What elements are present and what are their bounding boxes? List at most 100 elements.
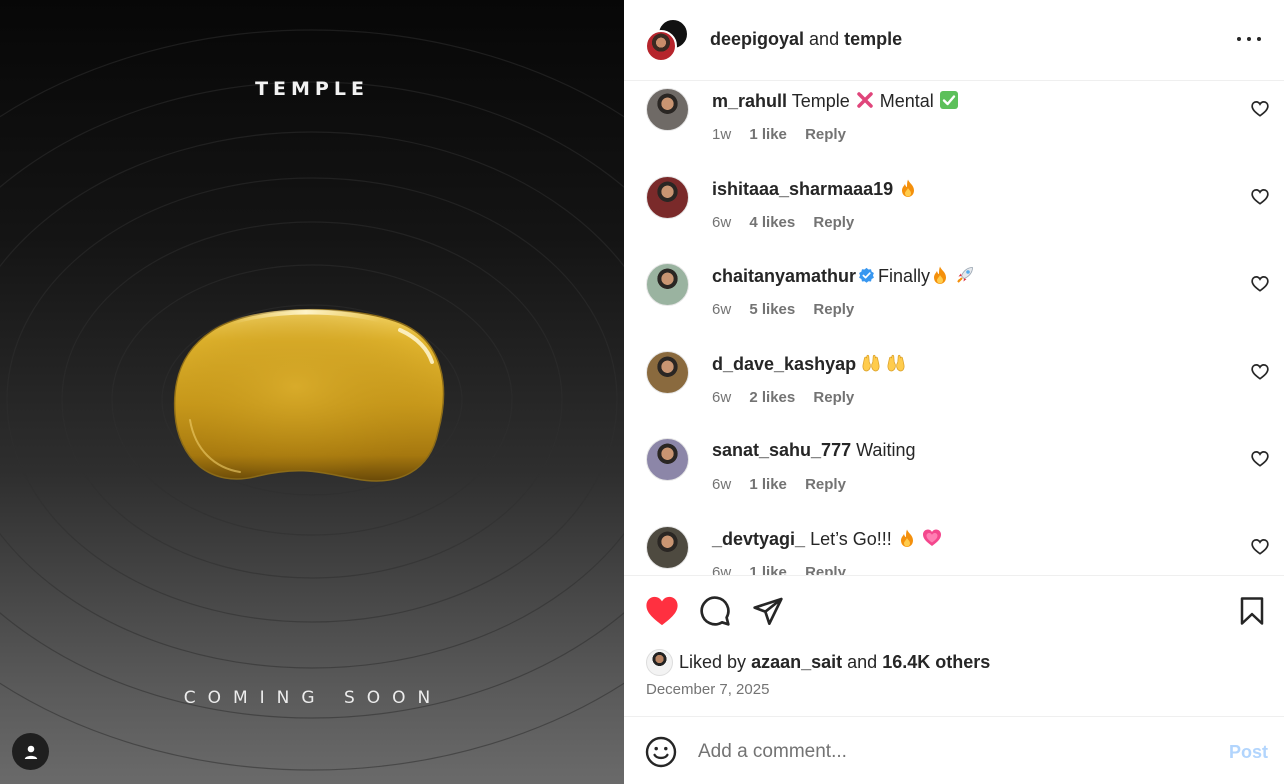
commenter-username[interactable]: sanat_sahu_777	[712, 440, 851, 460]
post-header: deepigoyal and temple	[624, 0, 1284, 81]
bookmark-icon	[1240, 597, 1264, 625]
comment-like-button[interactable]	[1251, 275, 1269, 293]
comment-row: _devtyagi_ Let’s Go!!! 6w 1 like Reply	[624, 520, 1284, 576]
comment-meta: 6w 1 like Reply	[712, 564, 860, 576]
comment-like-button[interactable]	[1251, 538, 1269, 556]
comment-text: Temple	[791, 91, 850, 111]
heart-outline-icon	[1251, 101, 1269, 117]
rocket-emoji	[957, 267, 973, 283]
raising-hands-emoji	[862, 354, 880, 371]
comment-like-button[interactable]	[1251, 100, 1269, 118]
check-mark-button-emoji	[939, 91, 958, 109]
comment-text: Let’s Go!!!	[810, 528, 892, 549]
comment-likes[interactable]: 1 like	[749, 126, 787, 143]
heart-filled-icon	[646, 596, 678, 626]
add-comment-bar: Post	[624, 718, 1284, 784]
like-button[interactable]	[644, 593, 680, 629]
commenter-username[interactable]: ishitaaa_sharmaaa19	[712, 179, 893, 199]
commenter-avatar[interactable]	[646, 263, 689, 306]
comment-age[interactable]: 1w	[712, 126, 731, 143]
comment-row: chaitanyamathur Finally 6w 5 likes Reply	[624, 257, 1284, 345]
commenter-username[interactable]: m_rahull	[712, 91, 787, 111]
commenter-avatar[interactable]	[646, 350, 689, 394]
reply-button[interactable]: Reply	[805, 476, 846, 493]
comment-like-button[interactable]	[1251, 363, 1269, 381]
cross-mark-emoji	[857, 92, 873, 108]
emoji-picker-button[interactable]	[645, 736, 677, 768]
post-media[interactable]: TEMPLE COMING SOON	[0, 0, 624, 784]
comment-likes[interactable]: 2 likes	[749, 389, 795, 406]
comment-meta: 1w 1 like Reply	[712, 126, 860, 143]
fire-emoji	[900, 529, 913, 547]
comment-likes[interactable]: 5 likes	[749, 301, 795, 318]
comment-likes[interactable]: 1 like	[749, 564, 787, 576]
comment-likes[interactable]: 1 like	[749, 476, 787, 493]
reply-button[interactable]: Reply	[805, 126, 846, 143]
user-tag-icon	[24, 745, 37, 759]
comments-list[interactable]: m_rahull Temple Mental 1w 1 like Reply i…	[624, 82, 1284, 576]
comment-age[interactable]: 6w	[712, 389, 731, 406]
reply-button[interactable]: Reply	[813, 389, 854, 406]
comment-meta: 6w 4 likes Reply	[712, 214, 868, 231]
user-tag-button[interactable]	[12, 733, 49, 770]
commenter-username[interactable]: _devtyagi_	[712, 529, 805, 549]
comment-age[interactable]: 6w	[712, 476, 731, 493]
comment-age[interactable]: 6w	[712, 301, 731, 318]
collab-avatars[interactable]	[645, 18, 691, 62]
comment-meta: 6w 1 like Reply	[712, 476, 860, 493]
comment-row: ishitaaa_sharmaaa19 6w 4 likes Reply	[624, 170, 1284, 258]
collaborator-username[interactable]: temple	[844, 29, 902, 49]
fire-emoji	[934, 266, 947, 284]
liker-avatar[interactable]	[646, 648, 673, 676]
commenter-username[interactable]: chaitanyamathur	[712, 266, 856, 286]
comment-line: ishitaaa_sharmaaa19	[712, 178, 918, 200]
comment-like-button[interactable]	[1251, 188, 1269, 206]
coming-soon-text: COMING SOON	[183, 688, 443, 708]
comment-line: sanat_sahu_777 Waiting	[712, 440, 915, 461]
likes-others[interactable]: 16.4K others	[882, 652, 990, 673]
comment-text-2: Mental	[879, 91, 934, 111]
fire-emoji	[902, 179, 915, 197]
heart-outline-icon	[1251, 363, 1269, 380]
comment-input[interactable]	[698, 736, 1218, 768]
commenter-avatar[interactable]	[646, 88, 689, 131]
post-date[interactable]: December 7, 2025	[646, 681, 769, 698]
raising-hands-emoji	[887, 354, 905, 371]
comment-meta: 6w 5 likes Reply	[712, 301, 868, 318]
emoji-smiley-icon	[645, 736, 677, 768]
comment-text: Waiting	[856, 440, 916, 460]
liker-username[interactable]: azaan_sait	[751, 652, 842, 673]
gold-bean-device	[173, 308, 445, 482]
post-comment-button[interactable]: Post	[1229, 742, 1268, 763]
post-authors: deepigoyal and temple	[710, 29, 902, 50]
heart-outline-icon	[1251, 451, 1269, 467]
reply-button[interactable]: Reply	[813, 301, 854, 318]
reply-button[interactable]: Reply	[805, 564, 846, 576]
commenter-avatar[interactable]	[646, 438, 689, 481]
heart-outline-icon	[1251, 538, 1269, 555]
comment-like-button[interactable]	[1251, 450, 1269, 468]
comment-text: Finally	[878, 266, 931, 286]
commenter-username[interactable]: d_dave_kashyap	[712, 354, 856, 374]
comment-button[interactable]	[697, 593, 733, 629]
likes-summary[interactable]: Liked by azaan_sait and 16.4K others	[646, 648, 990, 676]
comment-age[interactable]: 6w	[712, 564, 731, 576]
commenter-avatar[interactable]	[646, 175, 689, 219]
reply-button[interactable]: Reply	[813, 214, 854, 231]
comment-line: _devtyagi_ Let’s Go!!!	[712, 528, 942, 550]
commenter-avatar[interactable]	[646, 525, 689, 569]
heart-outline-icon	[1251, 188, 1269, 205]
comment-age[interactable]: 6w	[712, 214, 731, 231]
owner-avatar[interactable]	[645, 30, 677, 62]
share-button[interactable]	[750, 593, 786, 629]
comment-line: m_rahull Temple Mental	[712, 90, 959, 112]
save-button[interactable]	[1234, 593, 1270, 629]
comment-row: sanat_sahu_777 Waiting 6w 1 like Reply	[624, 432, 1284, 520]
comment-likes[interactable]: 4 likes	[749, 214, 795, 231]
comment-line: d_dave_kashyap	[712, 353, 906, 375]
owner-username[interactable]: deepigoyal	[710, 29, 804, 49]
more-options-button[interactable]	[1236, 28, 1262, 50]
verified-badge-icon	[859, 267, 874, 283]
comment-row: m_rahull Temple Mental 1w 1 like Reply	[624, 82, 1284, 170]
share-icon	[753, 597, 783, 625]
